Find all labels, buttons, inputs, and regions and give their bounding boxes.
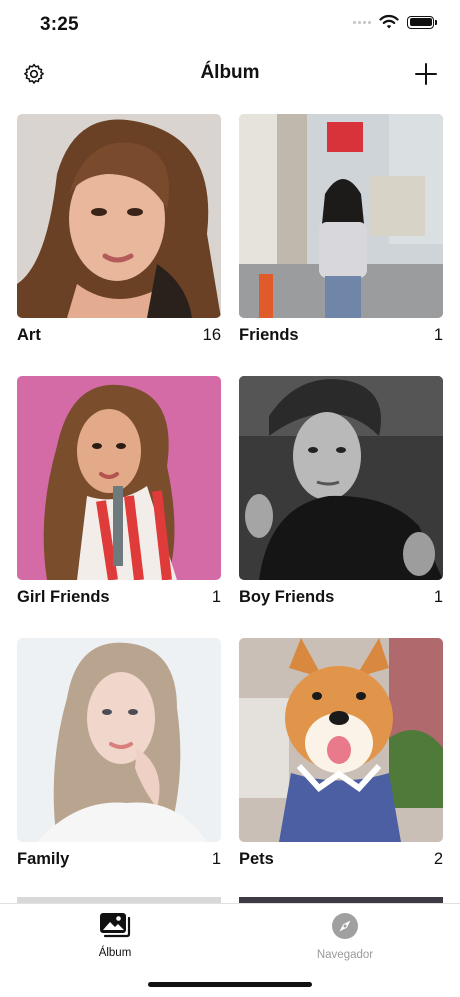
album-card-family[interactable]: Family 1 — [17, 638, 221, 869]
album-thumbnail-art[interactable] — [17, 114, 221, 318]
album-card-friends[interactable]: Friends 1 — [239, 114, 443, 345]
status-bar: 3:25 — [0, 0, 460, 50]
status-icons — [353, 14, 437, 30]
wifi-icon — [379, 14, 399, 29]
album-thumbnail-friends[interactable] — [239, 114, 443, 318]
album-title: Family — [17, 850, 70, 868]
tab-navegador[interactable]: Navegador — [285, 912, 405, 961]
page-title: Álbum — [200, 62, 260, 83]
album-card-pets[interactable]: Pets 2 — [239, 638, 443, 869]
album-count: 16 — [202, 326, 221, 344]
battery-icon — [407, 15, 437, 29]
cellular-signal-icon — [353, 20, 371, 24]
album-count: 1 — [211, 588, 221, 606]
album-card-art[interactable]: Art 16 — [17, 114, 221, 345]
status-time: 3:25 — [40, 14, 79, 35]
compass-icon — [332, 913, 358, 939]
album-count: 1 — [433, 588, 443, 606]
album-thumbnail-family[interactable] — [17, 638, 221, 842]
home-indicator — [148, 982, 312, 987]
album-title: Art — [17, 326, 41, 344]
album-thumbnail-girl-friends[interactable] — [17, 376, 221, 580]
album-thumbnail-boy-friends[interactable] — [239, 376, 443, 580]
album-card-girl-friends[interactable]: Girl Friends 1 — [17, 376, 221, 607]
album-title: Boy Friends — [239, 588, 335, 606]
navigation-bar: Álbum — [0, 50, 460, 98]
tab-label: Navegador — [316, 949, 374, 961]
album-title: Friends — [239, 326, 299, 344]
album-card-boy-friends[interactable]: Boy Friends 1 — [239, 376, 443, 607]
tab-album[interactable]: Álbum — [55, 912, 175, 959]
album-title: Girl Friends — [17, 588, 110, 606]
photos-icon — [100, 913, 131, 938]
album-count: 1 — [433, 326, 443, 344]
album-thumbnail-pets[interactable] — [239, 638, 443, 842]
plus-icon[interactable] — [414, 62, 438, 86]
album-title: Pets — [239, 850, 274, 868]
album-count: 1 — [211, 850, 221, 868]
tab-label: Álbum — [98, 947, 132, 959]
album-count: 2 — [433, 850, 443, 868]
tab-bar: Álbum Navegador — [0, 903, 460, 997]
